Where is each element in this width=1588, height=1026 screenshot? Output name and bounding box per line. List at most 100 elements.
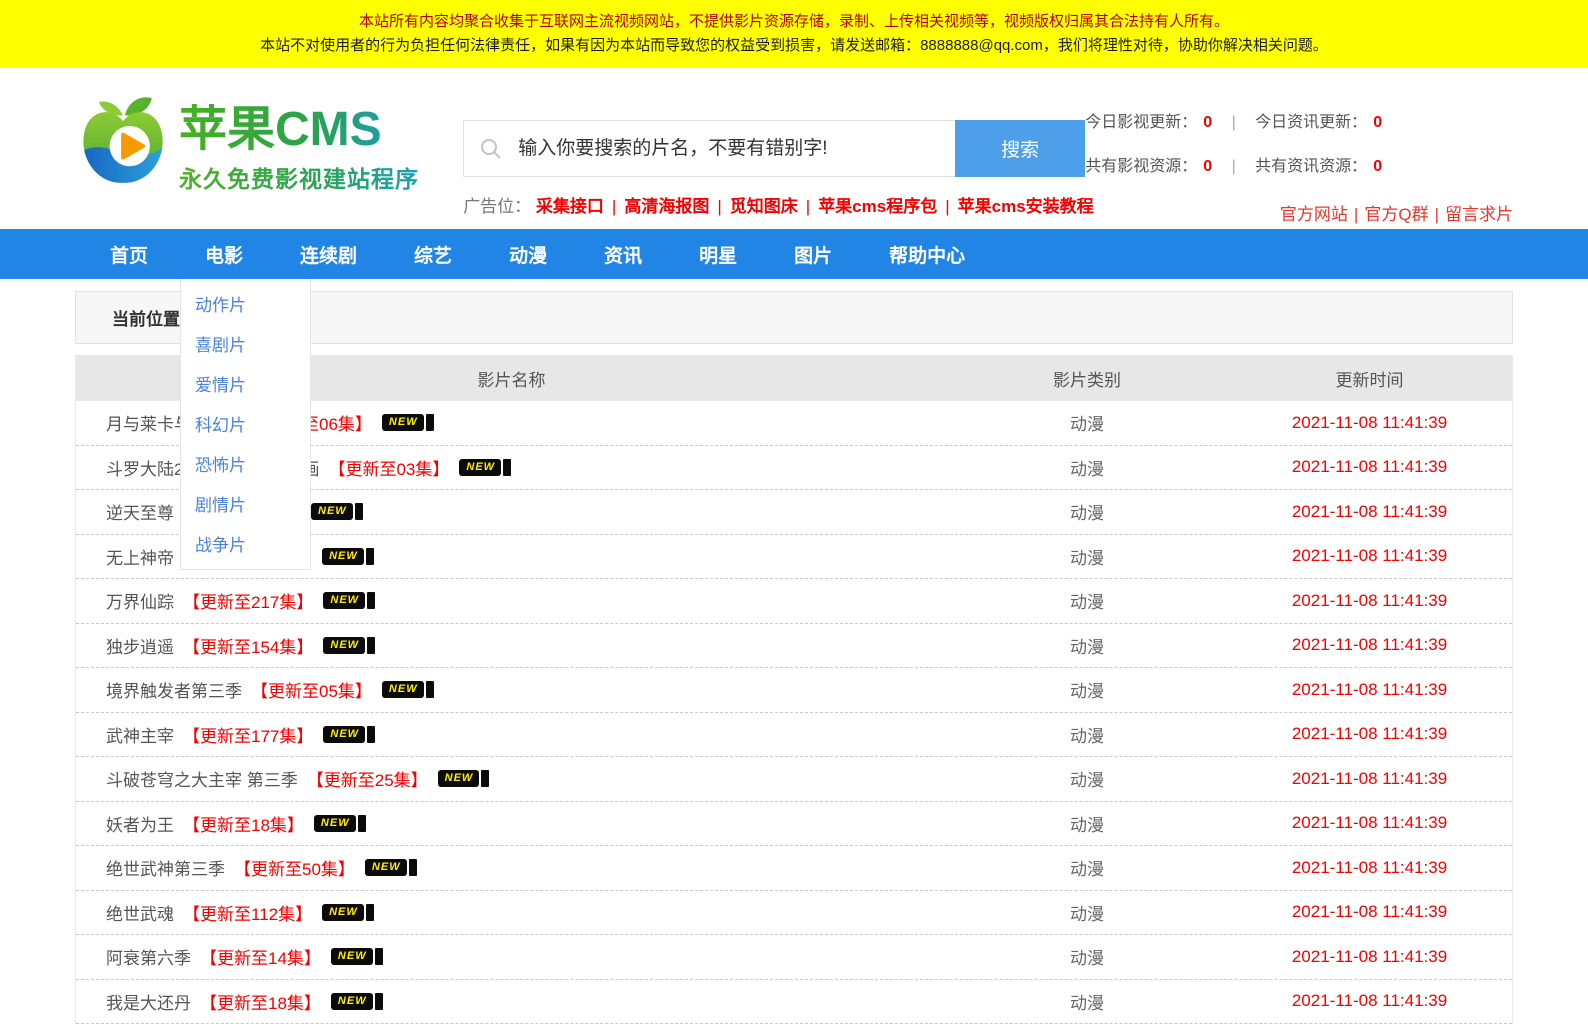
new-badge-text: NEW [365,859,407,876]
movie-title-link[interactable]: 阿衰第六季 [106,944,191,969]
new-badge: NEW [438,770,490,787]
movie-category-cell[interactable]: 动漫 [947,677,1227,702]
movie-category-cell[interactable]: 动漫 [947,989,1227,1014]
new-badge-tab [426,414,434,431]
new-badge-tab [358,815,366,832]
dropdown-menu-item[interactable]: 战争片 [181,524,310,564]
new-badge-text: NEW [322,904,364,921]
nav-item[interactable]: 图片 [794,241,832,268]
official-link[interactable]: 官方Q群 [1364,205,1428,224]
logo-subtitle: 永久免费影视建站程序 [179,160,419,194]
movie-title-link[interactable]: 斗破苍穹之大主宰 第三季 [106,766,298,791]
nav-item[interactable]: 明星 [699,241,737,268]
ad-link[interactable]: 高清海报图 [624,197,709,216]
new-badge-tab [367,726,375,743]
main-nav: 首页 电影 连续剧 综艺 动漫 资讯 明星 图片 帮助中心 [0,229,1588,279]
site-stats: 今日影视更新：0 | 今日资讯更新：0 共有影视资源：0 | 共有资讯资源：0 … [1085,108,1513,229]
table-row: 绝世武神第三季 【更新至50集】 NEW 动漫 2021-11-08 11:41… [76,846,1512,891]
dropdown-menu-item[interactable]: 科幻片 [181,404,310,444]
movie-name-cell: 境界触发者第三季 【更新至05集】 NEW [76,677,947,702]
movie-category-cell[interactable]: 动漫 [947,455,1227,480]
movie-title-link[interactable]: 绝世武魂 [106,900,174,925]
new-badge-tab [426,681,434,698]
stat-value-news-total: 0 [1373,158,1382,175]
movie-category-cell[interactable]: 动漫 [947,410,1227,435]
stat-label-video-total: 共有影视资源： [1085,158,1197,175]
dropdown-menu-item[interactable]: 喜剧片 [181,324,310,364]
column-header-time: 更新时间 [1227,366,1512,391]
search-button[interactable]: 搜索 [955,120,1085,177]
movie-category-cell[interactable]: 动漫 [947,766,1227,791]
movie-title-link[interactable]: 妖者为王 [106,811,174,836]
nav-item[interactable]: 综艺 [414,241,452,268]
site-logo[interactable]: 苹果CMS 永久免费影视建站程序 [75,68,463,229]
dropdown-menu-item[interactable]: 恐怖片 [181,444,310,484]
stats-separator: | [1232,158,1236,175]
ad-links: 采集接口|高清海报图|觅知图床|苹果cms程序包|苹果cms安装教程 [536,197,1094,216]
movie-title-link[interactable]: 武神主宰 [106,722,174,747]
movie-category-cell[interactable]: 动漫 [947,499,1227,524]
nav-item[interactable]: 资讯 [604,241,642,268]
movie-update-time-cell: 2021-11-08 11:41:39 [1227,769,1512,789]
new-badge-text: NEW [323,637,365,654]
new-badge-tab [366,548,374,565]
movie-category-cell[interactable]: 动漫 [947,722,1227,747]
ad-link[interactable]: 觅知图床 [730,197,798,216]
official-link[interactable]: 留言求片 [1445,205,1513,224]
search-area: 搜索 广告位： 采集接口|高清海报图|觅知图床|苹果cms程序包|苹果cms安装… [463,120,1085,229]
nav-item[interactable]: 动漫 [509,241,547,268]
movie-category-cell[interactable]: 动漫 [947,633,1227,658]
new-badge-tab [409,859,417,876]
stat-label-video-updates: 今日影视更新： [1085,114,1197,131]
movie-category-cell[interactable]: 动漫 [947,900,1227,925]
ad-link[interactable]: 苹果cms程序包 [818,197,937,216]
movie-title-link[interactable]: 境界触发者第三季 [106,677,242,702]
new-badge-text: NEW [382,681,424,698]
new-badge-text: NEW [438,770,480,787]
movie-update-time-cell: 2021-11-08 11:41:39 [1227,413,1512,433]
movie-title-link[interactable]: 我是大还丹 [106,989,191,1014]
movie-category-cell[interactable]: 动漫 [947,944,1227,969]
dropdown-menu-item[interactable]: 剧情片 [181,484,310,524]
movie-category-cell[interactable]: 动漫 [947,588,1227,613]
new-badge-tab [503,459,511,476]
logo-title: 苹果CMS [179,104,419,156]
separator: | [717,197,721,216]
movie-name-cell: 绝世武魂 【更新至112集】 NEW [76,900,947,925]
new-badge: NEW [331,993,383,1010]
nav-item[interactable]: 连续剧 [300,241,357,268]
movie-title-link[interactable]: 独步逍遥 [106,633,174,658]
search-input[interactable] [463,120,955,177]
new-badge-tab [481,770,489,787]
movie-title-link[interactable]: 无上神帝 [106,544,174,569]
movie-title-link[interactable]: 逆天至尊 [106,499,174,524]
stat-label-news-total: 共有资讯资源： [1255,158,1367,175]
movie-name-cell: 阿衰第六季 【更新至14集】 NEW [76,944,947,969]
ad-link[interactable]: 苹果cms安装教程 [958,197,1094,216]
dropdown-menu-item[interactable]: 爱情片 [181,364,310,404]
new-badge: NEW [382,681,434,698]
ad-link[interactable]: 采集接口 [536,197,604,216]
search-icon [479,137,503,161]
movie-update-time-cell: 2021-11-08 11:41:39 [1227,724,1512,744]
movie-category-cell[interactable]: 动漫 [947,544,1227,569]
movie-update-status: 【更新至25集】 [307,766,428,791]
official-link[interactable]: 官方网站 [1280,205,1348,224]
movie-title-link[interactable]: 绝世武神第三季 [106,855,225,880]
movie-category-cell[interactable]: 动漫 [947,855,1227,880]
table-row: 万界仙踪 【更新至217集】 NEW 动漫 2021-11-08 11:41:3… [76,579,1512,624]
new-badge-text: NEW [331,948,373,965]
dropdown-menu-item[interactable]: 动作片 [181,284,310,324]
movie-update-time-cell: 2021-11-08 11:41:39 [1227,858,1512,878]
movie-name-cell: 万界仙踪 【更新至217集】 NEW [76,588,947,613]
nav-item[interactable]: 电影 [205,241,243,268]
nav-item[interactable]: 帮助中心 [889,241,965,268]
movie-name-cell: 我是大还丹 【更新至18集】 NEW [76,989,947,1014]
stat-value-video-total: 0 [1203,158,1212,175]
movie-update-status: 【更新至177集】 [183,722,313,747]
new-badge: NEW [323,637,375,654]
nav-item[interactable]: 首页 [110,241,148,268]
movie-category-cell[interactable]: 动漫 [947,811,1227,836]
new-badge: NEW [365,859,417,876]
movie-title-link[interactable]: 万界仙踪 [106,588,174,613]
